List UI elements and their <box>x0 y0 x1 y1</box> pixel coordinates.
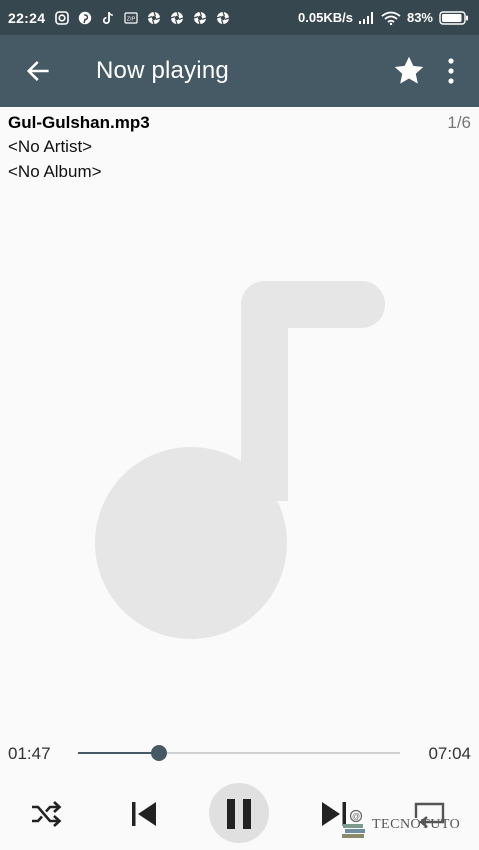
wifi-icon <box>381 11 401 25</box>
battery-percent: 83% <box>406 10 433 25</box>
svg-text:ZIP: ZIP <box>127 16 136 22</box>
track-info: Gul-Gulshan.mp3 1/6 <No Artist> <No Albu… <box>8 112 471 184</box>
seek-row: 01:47 07:04 <box>0 740 479 768</box>
track-position: 1/6 <box>447 113 471 132</box>
track-artist: <No Artist> <box>8 137 93 156</box>
pause-icon[interactable] <box>224 798 254 830</box>
instagram-icon <box>55 10 70 25</box>
signal-icon <box>358 11 373 24</box>
skip-previous-icon[interactable] <box>130 799 158 829</box>
shuffle-icon[interactable] <box>30 800 62 828</box>
track-album: <No Album> <box>8 162 102 181</box>
aperture-icon <box>194 11 207 24</box>
pinterest-icon <box>79 11 92 24</box>
aperture-icon <box>148 11 161 24</box>
tiktok-icon <box>103 11 114 24</box>
app-toolbar: Now playing <box>0 35 479 107</box>
music-note-icon <box>95 281 385 639</box>
seek-progress <box>78 752 160 754</box>
seek-bar[interactable] <box>78 745 400 761</box>
seek-thumb[interactable] <box>151 745 168 761</box>
status-right: 0.05KB/s 83% <box>298 10 469 25</box>
arrow-left-icon[interactable] <box>24 57 52 85</box>
watermark-text: TECNOTUTO <box>372 817 461 832</box>
aperture-icon <box>217 11 230 24</box>
track-filename: Gul-Gulshan.mp3 <box>8 113 150 132</box>
total-duration: 07:04 <box>428 744 471 763</box>
svg-text:@: @ <box>352 812 360 821</box>
watermark: @ TECNOTUTO <box>340 808 460 842</box>
elapsed-time: 01:47 <box>8 744 51 763</box>
status-bar: 22:24 ZIP 0.05KB/s 83% <box>0 0 479 35</box>
aperture-icon <box>171 11 184 24</box>
status-time: 22:24 <box>8 9 46 26</box>
notification-icons: ZIP <box>55 10 230 25</box>
star-icon[interactable] <box>391 53 427 89</box>
net-speed: 0.05KB/s <box>298 10 353 25</box>
battery-icon <box>439 10 468 25</box>
page-title: Now playing <box>96 57 229 84</box>
zip-icon: ZIP <box>124 11 138 24</box>
books-icon: @ <box>342 809 365 838</box>
more-vert-icon[interactable] <box>447 58 455 84</box>
